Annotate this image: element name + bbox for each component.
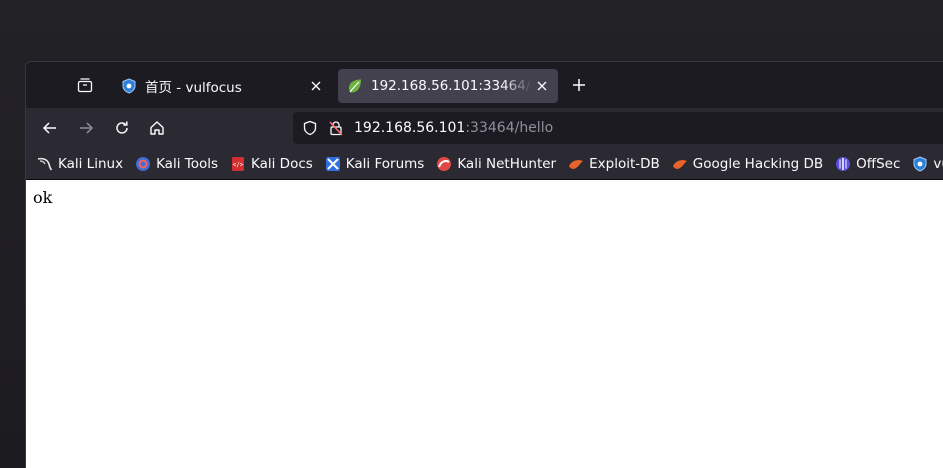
ghdb-icon: [672, 156, 688, 172]
url-text[interactable]: 192.168.56.101:33464/hello: [354, 120, 553, 136]
bookmarks-toolbar: Kali Linux Kali Tools </> Kali Docs Kali…: [26, 148, 943, 179]
close-icon: [311, 81, 321, 91]
bookmark-label: Kali Linux: [58, 155, 124, 172]
kali-forums-icon: [325, 156, 341, 172]
bookmark-kali-tools[interactable]: Kali Tools: [130, 152, 223, 176]
tracking-protection-shield-icon[interactable]: [302, 120, 318, 136]
insecure-connection-icon[interactable]: [328, 120, 344, 136]
spring-leaf-icon: [347, 78, 363, 94]
response-body-text: ok: [33, 188, 53, 207]
exploit-db-icon: [568, 156, 584, 172]
kali-tools-icon: [135, 156, 151, 172]
arrow-right-icon: [80, 122, 94, 134]
tab-close-button[interactable]: [532, 76, 552, 96]
bookmark-label: Kali Docs: [251, 155, 313, 172]
kali-dragon-icon: [37, 156, 53, 172]
firefox-view-button[interactable]: [72, 72, 98, 98]
bookmark-offsec[interactable]: OffSec: [830, 152, 905, 176]
tab-strip: 首页 - vulfocus 192.168.56.101:33464/hel: [26, 62, 943, 108]
url-path: :33464/hello: [465, 120, 554, 136]
kali-nethunter-icon: [436, 156, 452, 172]
browser-window: 首页 - vulfocus 192.168.56.101:33464/hel: [25, 61, 943, 468]
url-host: 192.168.56.101: [354, 120, 466, 136]
bookmark-label: Google Hacking DB: [692, 155, 824, 172]
forward-button[interactable]: [72, 114, 100, 142]
bookmark-label: Exploit-DB: [589, 155, 660, 172]
home-icon: [150, 121, 164, 135]
vulfocus-shield-icon: [121, 78, 137, 94]
bookmark-label: Kali Forums: [345, 155, 425, 172]
tab-vulfocus[interactable]: 首页 - vulfocus: [112, 69, 332, 103]
reload-icon: [116, 121, 128, 134]
bookmark-kali-forums[interactable]: Kali Forums: [320, 152, 430, 176]
bookmark-kali-nethunter[interactable]: Kali NetHunter: [431, 152, 561, 176]
navigation-toolbar: 192.168.56.101:33464/hello: [26, 108, 943, 148]
reload-button[interactable]: [108, 114, 136, 142]
tab-hello[interactable]: 192.168.56.101:33464/hel: [338, 69, 558, 103]
tab-title: 首页 - vulfocus: [145, 80, 242, 96]
bookmark-label: Kali NetHunter: [457, 155, 557, 172]
arrow-left-icon: [42, 122, 56, 134]
kali-docs-icon: </>: [230, 156, 246, 172]
tab-title: 192.168.56.101:33464/hel: [371, 78, 532, 94]
vulfocus-shield-icon: [912, 155, 928, 172]
svg-text:</>: </>: [233, 161, 244, 168]
bookmark-label: Kali Tools: [156, 155, 218, 172]
new-tab-button[interactable]: [567, 73, 591, 97]
bookmark-label: OffSec: [856, 155, 901, 172]
tab-list-icon: [77, 78, 93, 93]
offsec-icon: [835, 156, 851, 172]
bookmark-exploit-db[interactable]: Exploit-DB: [563, 152, 665, 176]
bookmark-kali-linux[interactable]: Kali Linux: [32, 152, 128, 176]
back-button[interactable]: [36, 114, 64, 142]
bookmark-label: vulfo: [933, 155, 943, 172]
tab-close-button[interactable]: [306, 76, 326, 96]
bookmark-kali-docs[interactable]: </> Kali Docs: [225, 152, 318, 176]
bookmark-google-hacking-db[interactable]: Google Hacking DB: [667, 152, 828, 176]
home-button[interactable]: [143, 114, 171, 142]
close-icon: [537, 81, 547, 91]
page-content: ok: [26, 179, 943, 468]
url-bar[interactable]: 192.168.56.101:33464/hello: [293, 112, 943, 144]
bookmark-vulfocus[interactable]: vulfo: [907, 152, 943, 176]
plus-icon: [573, 79, 585, 91]
